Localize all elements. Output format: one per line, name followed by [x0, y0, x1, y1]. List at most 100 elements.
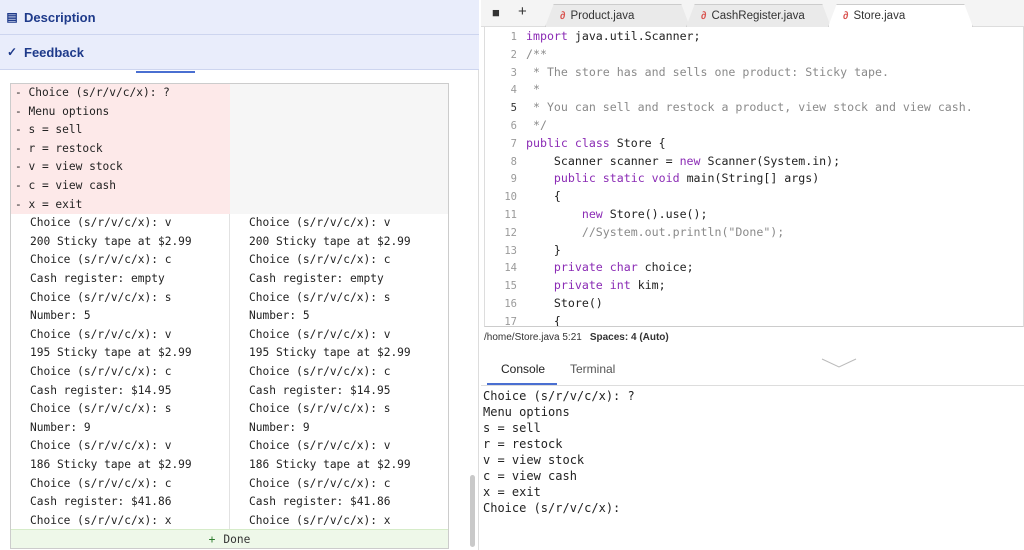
editor-status-bar: /home/Store.java 5:21 Spaces: 4 (Auto) [484, 332, 669, 343]
code-line[interactable]: 8 Scanner scanner = new Scanner(System.i… [485, 153, 1023, 171]
console-line: Choice (s/r/v/c/x): [483, 501, 621, 515]
diff-actual-line: Choice (s/r/v/c/x): c [249, 476, 391, 490]
diff-expected-line: 195 Sticky tape at $2.99 [30, 346, 192, 360]
tab-label: Product.java [570, 10, 635, 22]
console-line: s = sell [483, 421, 541, 435]
description-label: Description [24, 9, 96, 25]
diff-expected-line: Choice (s/r/v/c/x): v [30, 327, 172, 341]
diff-deleted-line: - Menu options [11, 102, 230, 122]
code-line[interactable]: 10 { [485, 188, 1023, 206]
java-cup-icon: ∂ [560, 10, 566, 22]
description-icon: ▤ [6, 10, 18, 24]
code-text: } [526, 242, 561, 257]
code-line[interactable]: 17 { [485, 313, 1023, 327]
diff-expected-line: Cash register: empty [30, 272, 165, 285]
diff-expected-line: 200 Sticky tape at $2.99 [30, 234, 192, 248]
diff-actual-line: Cash register: empty [249, 272, 384, 285]
diff-expected-line: Cash register: $14.95 [30, 383, 172, 397]
diff-expected-line: Cash register: $41.86 [30, 495, 172, 509]
console-line: x = exit [483, 485, 541, 499]
code-editor[interactable]: 1 import java.util.Scanner; 2 /** 3 * The st… [484, 27, 1024, 327]
status-spaces[interactable]: Spaces: 4 (Auto) [590, 332, 669, 343]
code-line[interactable]: 13 } [485, 242, 1023, 260]
tab-terminal[interactable]: Terminal [570, 362, 615, 376]
code-line[interactable]: 3 * The store has and sells one product:… [485, 64, 1023, 82]
tab-cashregister-java[interactable]: ∂ CashRegister.java [686, 4, 831, 27]
line-number: 1 [510, 31, 517, 43]
code-line[interactable]: 16 Store() [485, 295, 1023, 313]
console-line: Menu options [483, 405, 570, 419]
code-line[interactable]: 5 * You can sell and restock a product, … [485, 99, 1023, 117]
output-diff: - Choice (s/r/v/c/x): ? - Menu options - s… [10, 83, 449, 549]
diff-blank-line [230, 84, 448, 103]
console-line: Choice (s/r/v/c/x): ? [483, 389, 635, 403]
line-number: 3 [510, 66, 517, 79]
code-line[interactable]: 2 /** [485, 46, 1023, 64]
diff-deleted-line: - s = sell [11, 121, 230, 140]
line-number: 8 [510, 155, 517, 168]
diff-actual-line: 186 Sticky tape at $2.99 [249, 458, 411, 471]
code-line[interactable]: 9 public static void main(String[] args) [485, 170, 1023, 188]
code-line[interactable]: 7 public class Store { [485, 135, 1023, 153]
line-number: 7 [510, 137, 517, 150]
code-line[interactable]: 12 //System.out.println("Done"); [485, 224, 1023, 242]
console-output[interactable]: Choice (s/r/v/c/x): ? Menu options s = sel… [483, 388, 635, 516]
tab-product-java[interactable]: ∂ Product.java [545, 4, 690, 27]
diff-actual-line: Choice (s/r/v/c/x): v [249, 216, 391, 230]
diff-expected-line: Choice (s/r/v/c/x): x [30, 513, 172, 527]
code-line[interactable]: 11 new Store().use(); [485, 206, 1023, 224]
code-text: new Store().use(); [581, 207, 708, 221]
editor-tabbar: ■ + ∂ Product.java ∂ CashRegister.java ∂ St… [481, 0, 1024, 27]
description-header[interactable]: ▤ Description [0, 0, 479, 35]
console-tab-indicator [487, 383, 557, 385]
diff-expected-line: Choice (s/r/v/c/x): c [30, 253, 172, 267]
diff-actual-line: Cash register: $14.95 [249, 383, 391, 397]
code-text: private int kim; [553, 278, 666, 293]
code-text: public class Store { [526, 135, 666, 150]
diff-blank-line [230, 195, 448, 215]
diff-added-row: + Done [11, 529, 448, 548]
status-path: /home/Store.java 5:21 [484, 332, 582, 343]
line-number: 6 [510, 120, 517, 132]
diff-blank-line [230, 158, 448, 177]
line-number: 5 [510, 102, 517, 115]
diff-actual-line: Choice (s/r/v/c/x): v [249, 439, 391, 453]
diff-actual-line: Choice (s/r/v/c/x): v [249, 327, 391, 341]
feedback-header[interactable]: ✓ Feedback [0, 35, 479, 70]
code-text: * [532, 82, 540, 97]
code-text: import java.util.Scanner; [526, 29, 701, 43]
diff-actual-line: Number: 5 [249, 309, 310, 323]
files-icon[interactable]: ■ [492, 5, 500, 20]
left-scrollbar[interactable] [470, 475, 475, 547]
left-pane: ▤ Description ✓ Feedback - Choice (s/r/v… [0, 0, 479, 550]
diff-expected-line: 186 Sticky tape at $2.99 [30, 458, 192, 471]
chevron-down-icon[interactable] [821, 358, 857, 368]
line-number: 17 [504, 315, 517, 327]
diff-actual-line: Cash register: $41.86 [249, 495, 391, 509]
code-text: * You can sell and restock a product, vi… [532, 100, 973, 115]
code-text: Store() [526, 296, 603, 310]
diff-actual-line: Choice (s/r/v/c/x): x [249, 513, 391, 527]
java-cup-icon: ∂ [843, 10, 849, 22]
diff-actual-line: Choice (s/r/v/c/x): s [249, 402, 391, 416]
check-icon: ✓ [6, 45, 18, 59]
new-tab-button[interactable]: + [518, 3, 527, 20]
diff-expected-line: Choice (s/r/v/c/x): c [30, 476, 172, 490]
tab-label: Store.java [853, 10, 906, 22]
code-line[interactable]: 1 import java.util.Scanner; [485, 28, 1023, 46]
code-line[interactable]: 14 private char choice; [485, 259, 1023, 277]
feedback-label: Feedback [24, 44, 84, 60]
diff-expected-line: Choice (s/r/v/c/x): v [30, 439, 172, 453]
code-line[interactable]: 4 * [485, 81, 1023, 99]
console-tabbar: Console Terminal [481, 352, 1024, 386]
line-number: 4 [510, 84, 517, 97]
code-line[interactable]: 6 */ [485, 117, 1023, 135]
tab-store-java[interactable]: ∂ Store.java [828, 4, 973, 27]
code-line[interactable]: 15 private int kim; [485, 277, 1023, 295]
added-text: Done [223, 533, 251, 546]
line-number: 9 [510, 173, 517, 186]
diff-actual-line: Number: 9 [249, 420, 310, 434]
tab-console[interactable]: Console [501, 362, 545, 376]
code-text: public static void main(String[] args) [553, 171, 820, 186]
tab-label: CashRegister.java [711, 10, 805, 22]
